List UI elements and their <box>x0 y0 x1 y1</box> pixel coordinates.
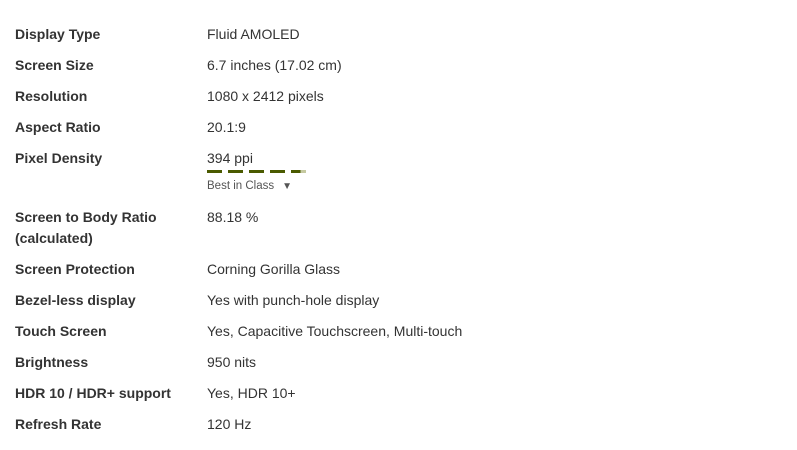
spec-value: 6.7 inches (17.02 cm) <box>207 57 342 73</box>
rating-segment <box>207 170 222 173</box>
spec-value: 20.1:9 <box>207 119 246 135</box>
spec-label: Bezel-less display <box>15 292 136 308</box>
caret-down-icon: ▼ <box>282 181 293 192</box>
spec-label: Touch Screen <box>15 323 107 339</box>
spec-label: HDR 10 / HDR+ support <box>15 385 171 401</box>
rating-text: Best in Class <box>207 180 275 192</box>
spec-label: Pixel Density <box>15 150 103 166</box>
spec-value: Corning Gorilla Glass <box>207 261 341 277</box>
display-specs-table: Display Type Fluid AMOLED Screen Size 6.… <box>0 0 797 450</box>
spec-value: 88.18 % <box>207 209 259 225</box>
spec-label: Aspect Ratio <box>15 119 101 135</box>
rating-bar <box>207 170 317 176</box>
spec-value: 120 Hz <box>207 416 252 432</box>
rating-segment <box>291 170 306 173</box>
spec-label: Screen Protection <box>15 261 135 277</box>
spec-label: Resolution <box>15 88 88 104</box>
spec-value: Yes, Capacitive Touchscreen, Multi-touch <box>207 323 463 339</box>
spec-value: 1080 x 2412 pixels <box>207 88 324 104</box>
spec-value: Yes, HDR 10+ <box>207 385 296 401</box>
spec-label: Screen Size <box>15 57 94 73</box>
spec-label: Refresh Rate <box>15 416 102 432</box>
rating-segment <box>270 170 285 173</box>
spec-label: Screen to Body Ratio (calculated) <box>15 209 157 246</box>
spec-value: Yes with punch-hole display <box>207 292 380 308</box>
spec-label: Display Type <box>15 26 101 42</box>
spec-label: Brightness <box>15 354 89 370</box>
spec-value: 950 nits <box>207 354 257 370</box>
spec-value: 394 ppi <box>207 150 253 166</box>
best-in-class-dropdown[interactable]: Best in Class ▼ <box>207 179 292 194</box>
rating-segment <box>228 170 243 173</box>
spec-value: Fluid AMOLED <box>207 26 300 42</box>
rating-segment <box>249 170 264 173</box>
